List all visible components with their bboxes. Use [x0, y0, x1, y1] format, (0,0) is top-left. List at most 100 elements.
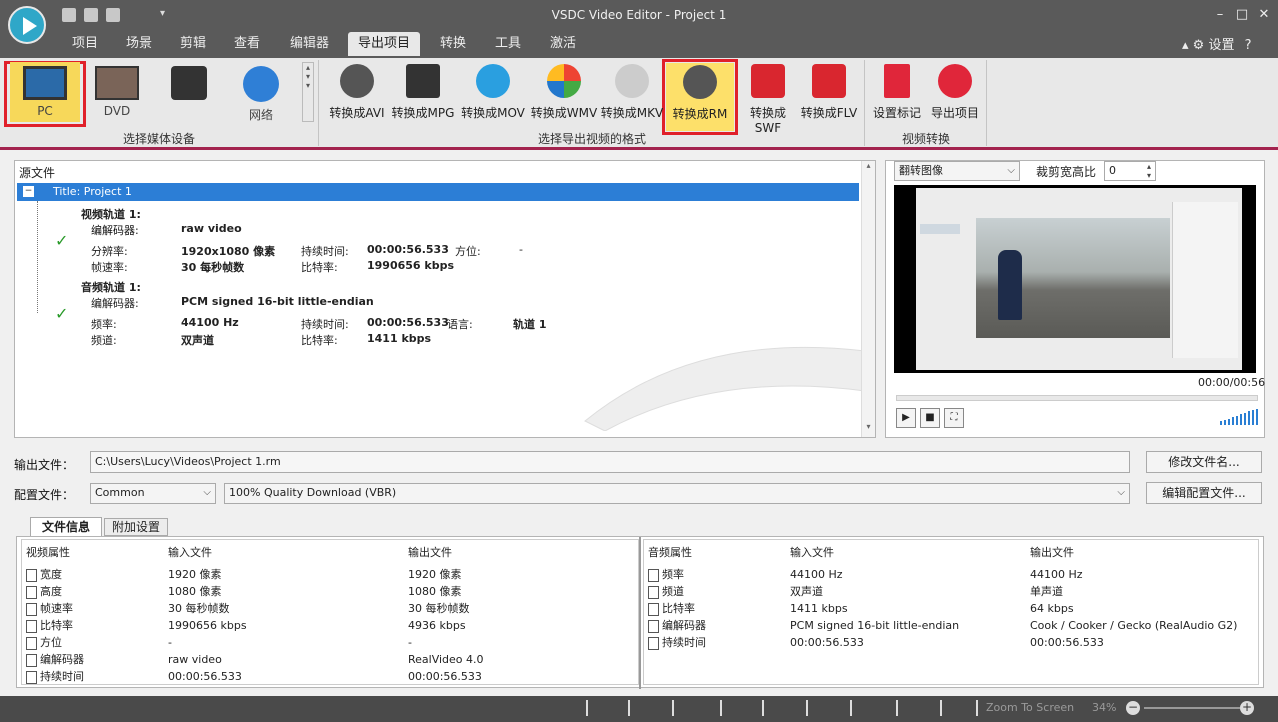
convert-mov-button[interactable]: 转换成MOV: [458, 60, 528, 124]
audio-lang-value: 轨道 1: [513, 318, 547, 331]
video-cell: 1920 像素: [408, 568, 462, 581]
source-scrollbar[interactable]: ▴ ▾: [861, 161, 875, 437]
audio-cell: PCM signed 16-bit little-endian: [790, 619, 960, 632]
format-group-label: 选择导出视频的格式: [537, 132, 646, 146]
tab-additional-settings[interactable]: 附加设置: [104, 518, 168, 536]
window-title: VSDC Video Editor - Project 1: [551, 8, 727, 22]
document-icon: [26, 619, 37, 633]
edit-profile-button[interactable]: 编辑配置文件...: [1146, 482, 1262, 504]
video-property-name: 帧速率: [40, 602, 73, 615]
timeline-marker: [720, 700, 722, 716]
audio-cell: 持续时间: [648, 634, 706, 651]
film-reel-icon: [340, 64, 374, 98]
audio-header: 音频属性: [648, 546, 692, 559]
convert-avi-button[interactable]: 转换成AVI: [324, 60, 390, 124]
seek-bar[interactable]: [896, 395, 1258, 401]
export-icon: [938, 64, 972, 98]
film-icon: [406, 64, 440, 98]
audio-header: 输入文件: [790, 546, 834, 559]
audio-cell: 00:00:56.533: [1030, 636, 1104, 649]
video-cell: 1920 像素: [168, 568, 222, 581]
video-fps-value: 30 每秒帧数: [181, 261, 245, 274]
tab-file-info[interactable]: 文件信息: [30, 517, 102, 537]
device-mobile[interactable]: [154, 62, 224, 122]
collapse-icon[interactable]: −: [23, 186, 34, 197]
output-file-field[interactable]: C:\Users\Lucy\Videos\Project 1.rm: [90, 451, 1130, 473]
volume-icon[interactable]: [1220, 409, 1260, 425]
audio-property-name: 编解码器: [662, 619, 706, 632]
stop-icon[interactable]: ■: [920, 408, 940, 428]
preview-photo: [976, 218, 1170, 338]
check-icon: ✓: [55, 231, 69, 250]
audio-cell: 比特率: [648, 600, 695, 617]
ribbon: PC DVD 网络 ▴ ▾ ▾ 选择媒体设备 转换成AVI 转换成MPG 转换成MO…: [0, 58, 1278, 150]
video-cell: raw video: [168, 653, 222, 666]
convert-swf-button[interactable]: 转换成SWF: [738, 60, 798, 135]
device-pc[interactable]: PC: [10, 62, 80, 122]
profile-label: 配置文件：: [14, 488, 75, 502]
flash-icon: [751, 64, 785, 98]
zoom-in-icon[interactable]: +: [1240, 701, 1254, 715]
device-web[interactable]: 网络: [226, 62, 296, 122]
audio-cell: 频道: [648, 583, 684, 600]
convert-wmv-button[interactable]: 转换成WMV: [528, 60, 600, 124]
convert-flv-button[interactable]: 转换成FLV: [798, 60, 860, 124]
rename-file-button[interactable]: 修改文件名...: [1146, 451, 1262, 473]
flip-image-dropdown[interactable]: 翻转图像 ⌵: [894, 161, 1020, 181]
file-info-panel: 视频属性 输入文件 输出文件 宽度 1920 像素 1920 像素 高度 1080 像素 108…: [16, 536, 1264, 689]
tab-editor[interactable]: 编辑器: [280, 32, 339, 56]
video-preview: [894, 185, 1256, 373]
video-cell: 1080 像素: [168, 585, 222, 598]
tab-view[interactable]: 查看: [224, 32, 270, 56]
crop-ratio-input[interactable]: 0 ▴ ▾: [1104, 161, 1156, 181]
tab-scene[interactable]: 场景: [116, 32, 162, 56]
zoom-out-icon[interactable]: −: [1126, 701, 1140, 715]
document-icon: [26, 568, 37, 582]
audio-property-name: 频道: [662, 585, 684, 598]
group-divider: [318, 60, 319, 146]
profile-dropdown[interactable]: Common ⌵: [90, 483, 216, 504]
maximize-icon[interactable]: □: [1232, 6, 1252, 24]
help-icon[interactable]: ?: [1245, 38, 1252, 53]
video-fps-label: 帧速率:: [91, 261, 128, 274]
export-project-button[interactable]: 导出项目: [926, 60, 984, 124]
video-cell: 00:00:56.533: [408, 670, 482, 683]
zoom-to-screen-button[interactable]: Zoom To Screen: [986, 701, 1074, 714]
chevron-down-icon: ⌵: [1117, 487, 1125, 498]
convert-mpg-label: 转换成MPG: [391, 106, 455, 120]
close-icon[interactable]: ✕: [1254, 6, 1274, 24]
audio-ch-value: 双声道: [181, 334, 214, 347]
fullscreen-icon[interactable]: ⛶: [944, 408, 964, 428]
tab-edit[interactable]: 剪辑: [170, 32, 216, 56]
video-cell: 4936 kbps: [408, 619, 466, 632]
settings-button[interactable]: ▴ ⚙ 设置 ?: [1182, 34, 1252, 53]
tab-tools[interactable]: 工具: [485, 32, 531, 56]
timeline-marker: [672, 700, 674, 716]
project-row[interactable]: − Title: Project 1: [17, 183, 859, 201]
title-bar: ▾ VSDC Video Editor - Project 1 – □ ✕ 项目…: [0, 0, 1278, 58]
table-divider: [639, 537, 641, 689]
tab-project[interactable]: 项目: [62, 32, 108, 56]
convert-rm-button[interactable]: 转换成RM: [666, 63, 734, 131]
minimize-icon[interactable]: –: [1210, 6, 1230, 24]
tab-activate[interactable]: 激活: [540, 32, 586, 56]
preview-frame: [916, 188, 1242, 370]
convert-mpg-button[interactable]: 转换成MPG: [388, 60, 458, 124]
video-bitrate-value: 1990656 kbps: [367, 259, 455, 272]
audio-freq-value: 44100 Hz: [181, 316, 239, 329]
audio-cell: 00:00:56.533: [790, 636, 864, 649]
convert-mkv-button[interactable]: 转换成MKV: [600, 60, 664, 124]
video-property-name: 编解码器: [40, 653, 84, 666]
zoom-slider[interactable]: [1144, 707, 1240, 709]
set-marker-button[interactable]: 设置标记: [868, 60, 926, 124]
video-property-name: 高度: [40, 585, 62, 598]
video-cell: 1990656 kbps: [168, 619, 247, 632]
spinner-icon[interactable]: ▴ ▾: [1147, 162, 1151, 180]
tab-convert[interactable]: 转换: [430, 32, 476, 56]
convert-wmv-label: 转换成WMV: [530, 106, 598, 120]
device-dvd[interactable]: DVD: [82, 62, 152, 122]
device-scroll[interactable]: ▴ ▾ ▾: [302, 62, 314, 122]
tab-export-project[interactable]: 导出项目: [348, 32, 421, 56]
play-icon[interactable]: ▶: [896, 408, 916, 428]
quality-dropdown[interactable]: 100% Quality Download (VBR) ⌵: [224, 483, 1130, 504]
